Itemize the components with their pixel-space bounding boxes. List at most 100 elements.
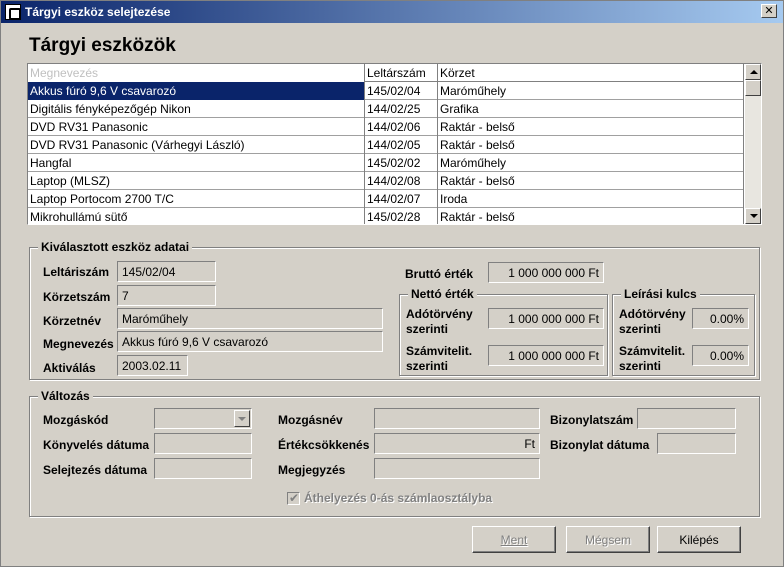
bizonylatszam-field[interactable] xyxy=(637,408,736,429)
list-scrollbar[interactable] xyxy=(745,64,761,224)
ertekcsokkenes-field[interactable]: Ft xyxy=(374,433,540,454)
scroll-down-button[interactable] xyxy=(745,208,761,224)
selected-asset-group-label: Kiválasztott eszköz adatai xyxy=(38,240,193,254)
korzetnev-label: Körzetnév xyxy=(43,314,102,328)
cell-leltarszam: 145/02/02 xyxy=(365,154,438,172)
check-icon: ✔ xyxy=(289,490,300,505)
cancel-button-label: Mégsem xyxy=(584,533,631,547)
cell-megnevezes: DVD RV31 Panasonic (Várhegyi László) xyxy=(28,136,365,154)
cell-megnevezes: Akkus fúró 9,6 V csavarozó xyxy=(28,82,365,100)
valtozas-group-label: Változás xyxy=(38,389,93,403)
cell-korzet: Maróműhely xyxy=(438,154,744,172)
kulcs-szamv-field[interactable]: 0.00% xyxy=(692,345,749,366)
korzetszam-field[interactable]: 7 xyxy=(117,285,216,306)
athelyezes-label: Áthelyezés 0-ás számlaosztályba xyxy=(304,491,493,505)
athelyezes-checkbox-row[interactable]: ✔ Áthelyezés 0-ás számlaosztályba xyxy=(287,491,492,505)
megjegyzes-field[interactable] xyxy=(374,458,540,479)
kulcs-szamv-label-1: Számvitelit. xyxy=(619,344,686,358)
cell-leltarszam: 144/02/05 xyxy=(365,136,438,154)
bizonylat-datuma-label: Bizonylat dátuma xyxy=(550,438,650,452)
megnevezes-field[interactable]: Akkus fúró 9,6 V csavarozó xyxy=(117,331,383,352)
cell-megnevezes: Digitális fényképezőgép Nikon xyxy=(28,100,365,118)
aktivalas-field[interactable]: 2003.02.11 xyxy=(117,355,188,376)
cell-leltarszam: 144/02/08 xyxy=(365,172,438,190)
column-header-megnevezes[interactable]: Megnevezés xyxy=(28,64,365,82)
netto-szamv-field[interactable]: 1 000 000 000 Ft xyxy=(488,345,604,366)
cell-korzet: Grafika xyxy=(438,100,744,118)
cell-korzet: Raktár - belső xyxy=(438,118,744,136)
cell-korzet: Iroda xyxy=(438,190,744,208)
kulcs-ado-label-2: szerinti xyxy=(619,322,662,336)
bizonylat-datuma-field[interactable] xyxy=(657,433,736,454)
netto-ado-label-2: szerinti xyxy=(406,322,449,336)
save-button[interactable]: Ment xyxy=(472,526,556,553)
cell-leltarszam: 144/02/25 xyxy=(365,100,438,118)
kulcs-ado-label-1: Adótörvény xyxy=(619,307,686,321)
ertekcsokkenes-label: Értékcsökkenés xyxy=(278,438,370,452)
athelyezes-checkbox[interactable]: ✔ xyxy=(287,490,300,505)
cell-leltarszam: 144/02/07 xyxy=(365,190,438,208)
title-bar[interactable]: Tárgyi eszköz selejtezése ✕ xyxy=(1,1,783,23)
cell-leltarszam: 145/02/04 xyxy=(365,82,438,100)
selejtezes-datuma-field[interactable] xyxy=(154,458,252,479)
column-header-korzet[interactable]: Körzet xyxy=(438,64,744,82)
table-row[interactable]: DVD RV31 Panasonic (Várhegyi László) 144… xyxy=(28,136,744,154)
cell-korzet: Raktár - belső xyxy=(438,208,744,224)
cell-megnevezes: Laptop Portocom 2700 T/C xyxy=(28,190,365,208)
app-window: Tárgyi eszköz selejtezése ✕ Tárgyi eszkö… xyxy=(0,0,784,567)
netto-group-label: Nettó érték xyxy=(408,287,477,301)
brutto-label: Bruttó érték xyxy=(405,267,474,281)
cell-korzet: Raktár - belső xyxy=(438,136,744,154)
netto-szamv-label-1: Számvitelit. xyxy=(406,344,473,358)
cell-leltarszam: 145/02/28 xyxy=(365,208,438,224)
cell-megnevezes: Laptop (MLSZ) xyxy=(28,172,365,190)
selejtezes-datuma-label: Selejtezés dátuma xyxy=(43,463,148,477)
table-row[interactable]: Mikrohullámú sütő 145/02/28 Raktár - bel… xyxy=(28,208,744,224)
cell-megnevezes: Mikrohullámú sütő xyxy=(28,208,365,224)
kulcs-ado-field[interactable]: 0.00% xyxy=(692,308,749,329)
brutto-field[interactable]: 1 000 000 000 Ft xyxy=(488,262,604,283)
exit-button[interactable]: Kilépés xyxy=(657,526,741,553)
leltariszam-label: Leltáriszám xyxy=(43,265,110,279)
page-title: Tárgyi eszközök xyxy=(29,35,176,56)
mozgaskod-select[interactable] xyxy=(154,408,252,429)
netto-ado-field[interactable]: 1 000 000 000 Ft xyxy=(488,308,604,329)
scroll-up-button[interactable] xyxy=(745,64,761,80)
leirasi-kulcs-group-label: Leírási kulcs xyxy=(621,287,700,301)
table-row[interactable]: Laptop (MLSZ) 144/02/08 Raktár - belső xyxy=(28,172,744,190)
megjegyzes-label: Megjegyzés xyxy=(278,463,346,477)
megnevezes-label: Megnevezés xyxy=(43,337,114,351)
chevron-down-icon xyxy=(238,417,246,421)
table-row[interactable]: Laptop Portocom 2700 T/C 144/02/07 Iroda xyxy=(28,190,744,208)
cancel-button[interactable]: Mégsem xyxy=(566,526,650,553)
cell-leltarszam: 144/02/06 xyxy=(365,118,438,136)
kulcs-szamv-label-2: szerinti xyxy=(619,359,662,373)
korzetszam-label: Körzetszám xyxy=(43,290,111,304)
close-button[interactable]: ✕ xyxy=(761,4,777,18)
scroll-thumb[interactable] xyxy=(745,80,761,96)
table-row[interactable]: Hangfal 145/02/02 Maróműhely xyxy=(28,154,744,172)
cell-korzet: Maróműhely xyxy=(438,82,744,100)
leltariszam-field[interactable]: 145/02/04 xyxy=(117,261,216,282)
column-header-leltarszam[interactable]: Leltárszám xyxy=(365,64,438,82)
mozgaskod-dropdown-button[interactable] xyxy=(234,410,250,427)
table-row[interactable]: Digitális fényképezőgép Nikon 144/02/25 … xyxy=(28,100,744,118)
mozgasnev-field[interactable] xyxy=(374,408,540,429)
cell-korzet: Raktár - belső xyxy=(438,172,744,190)
netto-szamv-label-2: szerinti xyxy=(406,359,449,373)
korzetnev-field[interactable]: Maróműhely xyxy=(117,308,383,329)
asset-list[interactable]: Megnevezés Leltárszám Körzet Akkus fúró … xyxy=(27,63,762,225)
netto-ado-label-1: Adótörvény xyxy=(406,307,473,321)
list-rows: Akkus fúró 9,6 V csavarozó 145/02/04 Mar… xyxy=(28,82,744,224)
table-row[interactable]: DVD RV31 Panasonic 144/02/06 Raktár - be… xyxy=(28,118,744,136)
mozgasnev-label: Mozgásnév xyxy=(278,413,343,427)
aktivalas-label: Aktiválás xyxy=(43,361,96,375)
exit-button-label: Kilépés xyxy=(679,533,719,547)
konyveles-datuma-field[interactable] xyxy=(154,433,252,454)
mozgaskod-label: Mozgáskód xyxy=(43,413,109,427)
table-row[interactable]: Akkus fúró 9,6 V csavarozó 145/02/04 Mar… xyxy=(28,82,744,100)
cell-megnevezes: DVD RV31 Panasonic xyxy=(28,118,365,136)
save-button-label: Ment xyxy=(500,533,528,547)
app-icon xyxy=(5,4,21,20)
cell-megnevezes: Hangfal xyxy=(28,154,365,172)
